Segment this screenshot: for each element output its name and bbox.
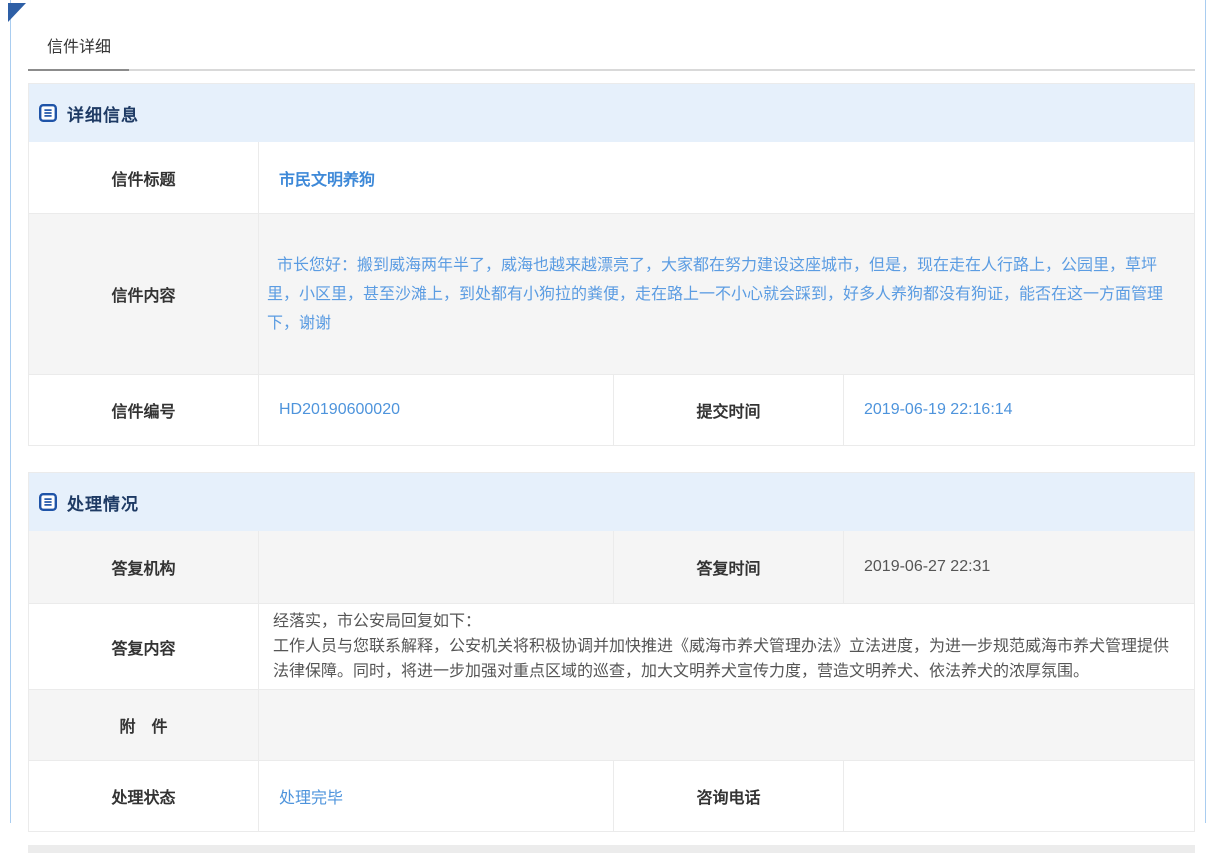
process-status-value: 处理完毕 bbox=[279, 784, 343, 808]
phone-label: 咨询电话 bbox=[614, 761, 844, 831]
letter-content-text: 市长您好：搬到威海两年半了，威海也越来越漂亮了，大家都在努力建设这座城市，但是，… bbox=[267, 251, 1186, 338]
section-process-status: 处理情况 答复机构 答复时间 2019-06-27 22:31 答复内容 经落实… bbox=[28, 472, 1195, 832]
reply-content-line: 工作人员与您联系解释，公安机关将积极协调并加快推进《威海市养犬管理办法》立法进度… bbox=[273, 634, 1178, 684]
reply-content-line: 经落实，市公安局回复如下： bbox=[273, 609, 1178, 634]
section-process-title: 处理情况 bbox=[67, 490, 139, 515]
letter-detail-panel: 信件详细 详细信息 信件标题 市民文明养狗 信件内容 市长您好：搬到威海两年半了… bbox=[10, 0, 1206, 823]
letter-number-cell: HD20190600020 bbox=[259, 375, 614, 445]
process-status-label: 处理状态 bbox=[29, 761, 259, 831]
section-process-header: 处理情况 bbox=[29, 473, 1194, 531]
phone-cell bbox=[844, 761, 1194, 831]
letter-title-cell: 市民文明养狗 bbox=[259, 142, 1194, 213]
submit-time-value: 2019-06-19 22:16:14 bbox=[864, 401, 1013, 419]
row-reply-content: 答复内容 经落实，市公安局回复如下： 工作人员与您联系解释，公安机关将积极协调并… bbox=[29, 603, 1194, 689]
row-attachment: 附 件 bbox=[29, 689, 1194, 760]
reply-content-cell: 经落实，市公安局回复如下： 工作人员与您联系解释，公安机关将积极协调并加快推进《… bbox=[259, 604, 1194, 689]
section-detail-info: 详细信息 信件标题 市民文明养狗 信件内容 市长您好：搬到威海两年半了，威海也越… bbox=[28, 83, 1195, 446]
reply-org-label: 答复机构 bbox=[29, 531, 259, 603]
letter-number-label: 信件编号 bbox=[29, 375, 259, 445]
row-process-status: 处理状态 处理完毕 咨询电话 bbox=[29, 760, 1194, 831]
reply-time-value: 2019-06-27 22:31 bbox=[864, 558, 990, 576]
document-icon bbox=[39, 104, 57, 122]
reply-time-label: 答复时间 bbox=[614, 531, 844, 603]
row-letter-title: 信件标题 市民文明养狗 bbox=[29, 142, 1194, 213]
row-letter-number: 信件编号 HD20190600020 提交时间 2019-06-19 22:16… bbox=[29, 374, 1194, 445]
letter-content-label: 信件内容 bbox=[29, 214, 259, 374]
tab-letter-detail[interactable]: 信件详细 bbox=[28, 33, 129, 71]
attachment-label: 附 件 bbox=[29, 690, 259, 760]
reply-content-label: 答复内容 bbox=[29, 604, 259, 689]
process-status-cell: 处理完毕 bbox=[259, 761, 614, 831]
letter-detail-page: { "colors": { "corner_triangle": "#2e5fa… bbox=[0, 0, 1222, 823]
row-letter-content: 信件内容 市长您好：搬到威海两年半了，威海也越来越漂亮了，大家都在努力建设这座城… bbox=[29, 213, 1194, 374]
submit-time-label: 提交时间 bbox=[614, 375, 844, 445]
reply-org-cell bbox=[259, 531, 614, 603]
letter-title-label: 信件标题 bbox=[29, 142, 259, 213]
letter-content-cell: 市长您好：搬到威海两年半了，威海也越来越漂亮了，大家都在努力建设这座城市，但是，… bbox=[259, 214, 1194, 374]
document-icon bbox=[39, 493, 57, 511]
corner-fold-decoration bbox=[8, 3, 26, 22]
attachment-cell bbox=[259, 690, 1194, 760]
section-detail-header: 详细信息 bbox=[29, 84, 1194, 142]
reply-time-cell: 2019-06-27 22:31 bbox=[844, 531, 1194, 603]
letter-number-value: HD20190600020 bbox=[279, 401, 400, 419]
letter-title-link[interactable]: 市民文明养狗 bbox=[279, 166, 375, 190]
tab-bar: 信件详细 bbox=[28, 0, 1195, 71]
section-detail-title: 详细信息 bbox=[67, 101, 139, 126]
next-section-edge bbox=[28, 845, 1195, 853]
submit-time-cell: 2019-06-19 22:16:14 bbox=[844, 375, 1194, 445]
row-reply-org: 答复机构 答复时间 2019-06-27 22:31 bbox=[29, 531, 1194, 603]
